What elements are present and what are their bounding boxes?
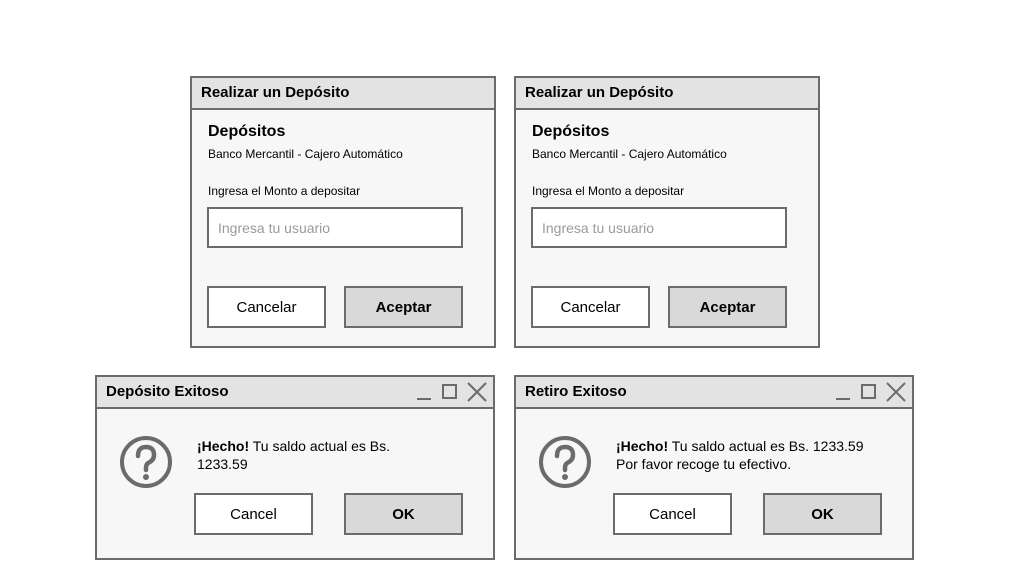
amount-label: Ingresa el Monto a depositar <box>208 184 361 198</box>
ok-button[interactable]: OK <box>763 493 882 535</box>
accept-button[interactable]: Aceptar <box>668 286 787 328</box>
question-mark-icon <box>119 435 173 489</box>
withdraw-success-titlebar: Retiro Exitoso <box>516 377 912 409</box>
amount-input[interactable] <box>207 207 463 248</box>
maximize-icon[interactable] <box>442 377 457 407</box>
message-bold: ¡Hecho! <box>197 438 250 454</box>
deposit-dialog-2: Realizar un Depósito Depósitos Banco Mer… <box>514 76 820 348</box>
message-text: ¡Hecho! Tu saldo actual es Bs. 1233.59 P… <box>616 437 876 473</box>
dialog-heading: Depósitos <box>532 123 610 140</box>
close-icon[interactable] <box>467 377 487 407</box>
question-mark-icon <box>538 435 592 489</box>
close-icon[interactable] <box>886 377 906 407</box>
maximize-icon[interactable] <box>861 377 876 407</box>
cancel-button[interactable]: Cancel <box>613 493 732 535</box>
cancel-button[interactable]: Cancel <box>194 493 313 535</box>
window-title: Realizar un Depósito <box>525 84 674 101</box>
amount-label: Ingresa el Monto a depositar <box>532 184 685 198</box>
cancel-button[interactable]: Cancelar <box>207 286 326 328</box>
accept-button[interactable]: Aceptar <box>344 286 463 328</box>
window-title: Retiro Exitoso <box>525 383 627 400</box>
minimize-icon[interactable] <box>417 377 431 407</box>
bank-subtitle: Banco Mercantil - Cajero Automático <box>532 147 727 161</box>
amount-input[interactable] <box>531 207 787 248</box>
window-title: Realizar un Depósito <box>201 84 350 101</box>
message-text: ¡Hecho! Tu saldo actual es Bs. 1233.59 <box>197 437 427 473</box>
withdraw-success-dialog: Retiro Exitoso ¡Hecho! Tu saldo actual e… <box>514 375 914 560</box>
cancel-button[interactable]: Cancelar <box>531 286 650 328</box>
deposit-dialog-1-titlebar: Realizar un Depósito <box>192 78 494 110</box>
bank-subtitle: Banco Mercantil - Cajero Automático <box>208 147 403 161</box>
deposit-success-dialog: Depósito Exitoso ¡Hecho! Tu saldo actual… <box>95 375 495 560</box>
deposit-success-titlebar: Depósito Exitoso <box>97 377 493 409</box>
window-title: Depósito Exitoso <box>106 383 229 400</box>
ok-button[interactable]: OK <box>344 493 463 535</box>
deposit-dialog-2-titlebar: Realizar un Depósito <box>516 78 818 110</box>
minimize-icon[interactable] <box>836 377 850 407</box>
message-bold: ¡Hecho! <box>616 438 669 454</box>
dialog-heading: Depósitos <box>208 123 286 140</box>
deposit-dialog-1: Realizar un Depósito Depósitos Banco Mer… <box>190 76 496 348</box>
